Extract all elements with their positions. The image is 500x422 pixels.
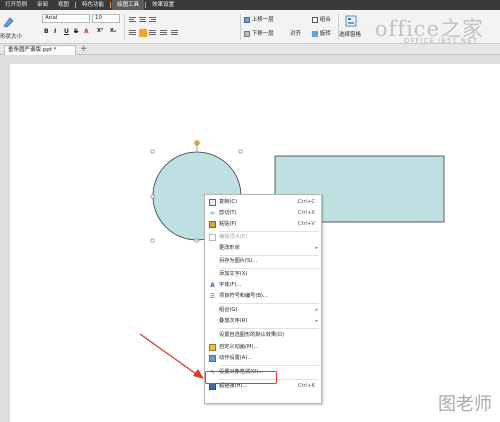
menu-item-set-default-effect[interactable]: 设置自选图形的默认效果(D) [205,330,321,341]
hyperlink-icon [209,383,216,390]
cut-icon: ✂ [209,210,216,217]
action-icon [209,355,216,362]
menu-item-copy[interactable]: 复制(C) Ctrl+C [205,197,321,208]
menu-item-cut[interactable]: ✂ 剪切(T) Ctrl+X [205,208,321,219]
menu-item-add-text[interactable]: 添加文字(X) [205,269,321,280]
submenu-arrow-icon: ▸ [315,318,318,324]
menu-item-font[interactable]: A 字体(F)... [205,280,321,291]
copy-icon [209,199,216,206]
menu-item-order[interactable]: 叠放次序(R) ▸ [205,316,321,327]
format-object-highlight-box [205,371,277,384]
edit-points-icon [209,234,216,241]
menu-item-action-settings[interactable]: 动作设置(A)... [205,353,321,364]
menu-item-save-as-picture[interactable]: 另存为图片(S)... [205,256,321,267]
menu-item-custom-animation[interactable]: 自定义动画(M)... [205,342,321,353]
annotation-arrow [139,333,204,379]
menu-separator [219,328,319,329]
menu-item-group[interactable]: 组合(G) ▸ [205,305,321,316]
bottom-logo: 图老师 [438,394,492,415]
menu-separator [219,365,319,366]
paste-icon [209,221,216,228]
menu-item-paste[interactable]: 粘贴(P) Ctrl+V [205,219,321,230]
menu-item-change-shape[interactable]: 更改形状 ▸ [205,243,321,254]
menu-separator [219,303,319,304]
menu-item-bullets-numbering[interactable]: ☰ 项目符号和编号(B)... [205,291,321,302]
menu-item-edit-points: 编辑顶点(E) [205,232,321,243]
font-icon: A [210,282,215,289]
bullets-icon: ☰ [209,293,216,300]
animation-icon [209,344,216,351]
submenu-arrow-icon: ▸ [315,245,318,251]
submenu-arrow-icon: ▸ [315,307,318,313]
rotate-handle[interactable] [194,140,200,151]
